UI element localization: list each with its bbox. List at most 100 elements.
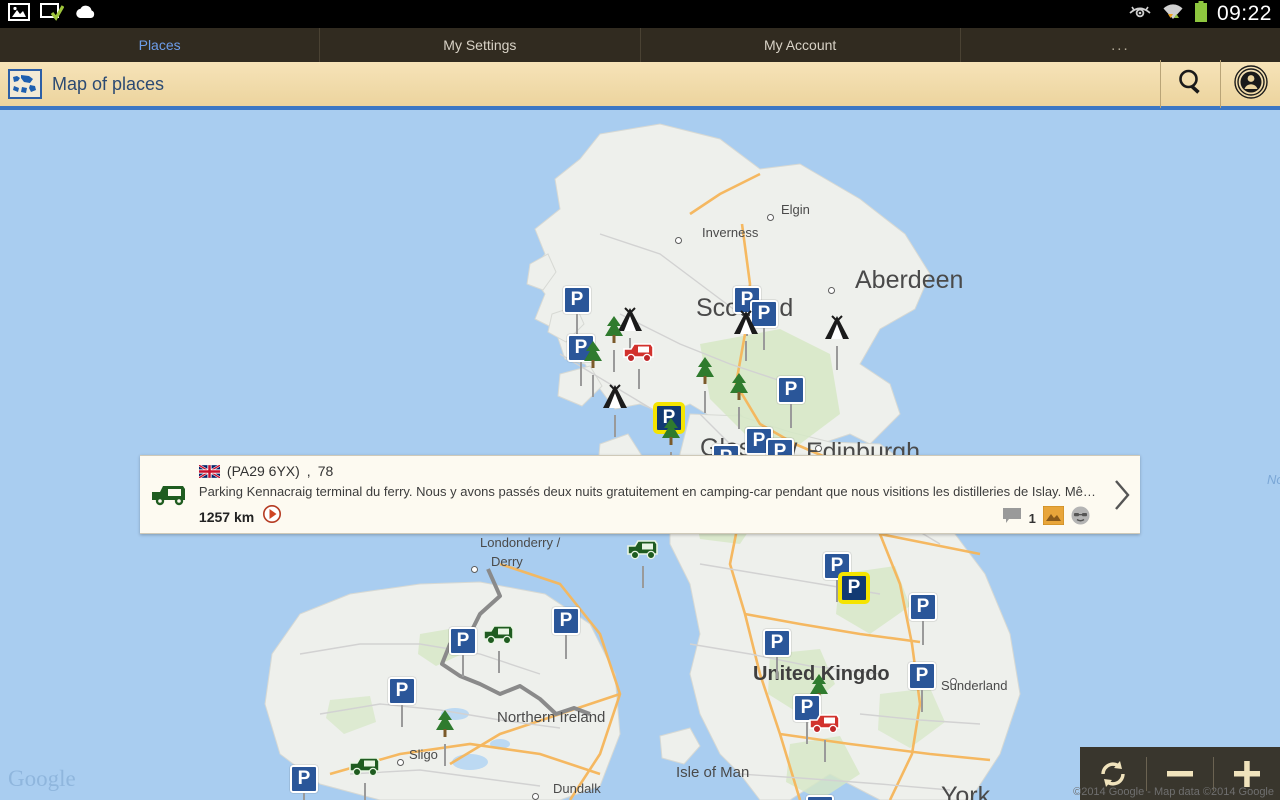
wifi-icon [1161,2,1185,27]
parking-icon: P [840,574,868,602]
comment-icon[interactable] [1002,507,1022,529]
place-meta-icons: 1 [1002,506,1090,530]
tree-marker[interactable] [432,709,458,744]
tab-places[interactable]: Places [0,28,320,62]
tree-icon [432,726,458,743]
city-dot-icon [532,793,539,800]
camper-van-icon [140,456,199,533]
city-dot-icon [675,237,682,244]
parking-marker[interactable]: P [552,607,580,635]
main-tabbar: Places My Settings My Account ... [0,28,1280,62]
parking-marker-yellow[interactable]: P [840,574,868,602]
parking-marker[interactable]: P [763,629,791,657]
tab-overflow[interactable]: ... [961,28,1280,62]
parking-marker[interactable]: P [449,627,477,655]
google-logo: Google [8,766,76,792]
uk-flag-icon [199,465,220,478]
parking-icon: P [908,662,936,690]
battery-icon [1194,1,1208,28]
marker-stick [704,391,706,413]
marker-stick [836,346,838,370]
marker-stick [498,651,500,673]
screen-check-icon [40,3,64,26]
tree-icon [692,373,718,390]
marker-stick [364,783,366,800]
status-clock: 09:22 [1217,2,1272,26]
marker-stick [638,369,640,389]
tree-icon [580,357,606,374]
tent-marker[interactable] [731,310,761,341]
marker-stick [745,341,747,361]
marker-stick [565,635,567,659]
marker-stick [836,580,838,602]
parking-marker[interactable]: P [290,765,318,793]
tree-marker[interactable] [580,340,606,375]
place-number: 78 [318,463,334,479]
map-attribution: ©2014 Google - Map data ©2014 Google [1073,786,1274,798]
tab-my-settings-label: My Settings [443,37,516,53]
camper-green-marker[interactable] [626,537,660,566]
status-bar: 09:22 [0,0,1280,28]
search-button[interactable] [1160,60,1220,108]
camper-icon [482,633,516,650]
world-map-icon [8,69,42,99]
camper-green-marker[interactable] [482,622,516,651]
parking-icon: P [388,677,416,705]
eye-icon [1128,4,1152,25]
city-dot-icon [397,759,404,766]
tree-marker[interactable] [726,372,752,407]
parking-icon: P [449,627,477,655]
map-canvas[interactable]: ElginInvernessAberdeenScotlandGlasgowEdi… [0,114,1280,800]
city-dot-icon [950,678,957,685]
parking-marker[interactable]: P [908,662,936,690]
action-bar: Map of places [0,62,1280,110]
place-postcode: (PA29 6YX) [227,463,300,479]
marker-stick [922,621,924,645]
city-dot-icon [828,287,835,294]
tab-my-account-label: My Account [764,37,836,53]
camper-icon [348,765,382,782]
place-details-chevron[interactable] [1104,456,1140,533]
chevron-right-icon [1112,478,1132,512]
marker-stick [613,350,615,372]
parking-marker[interactable]: P [777,376,805,404]
tent-marker[interactable] [600,384,630,415]
marker-stick [444,744,446,766]
marker-stick [738,407,740,429]
account-button[interactable] [1220,60,1280,108]
camper-icon [626,548,660,565]
camper-icon [622,351,656,368]
camper-red-marker[interactable] [808,711,842,740]
parking-marker[interactable]: P [388,677,416,705]
parking-icon: P [563,286,591,314]
place-distance-row: 1257 km [199,505,1104,528]
marker-stick [921,690,923,712]
marker-stick [592,375,594,397]
marker-stick [642,566,644,588]
tab-my-settings[interactable]: My Settings [320,28,640,62]
camper-green-marker[interactable] [348,754,382,783]
place-description: Parking Kennacraig terminal du ferry. No… [199,484,1104,499]
parking-marker[interactable]: P [806,795,834,800]
page-title: Map of places [52,74,164,95]
tree-marker[interactable] [658,417,684,452]
marker-stick [776,657,778,679]
image-icon [8,3,30,26]
parking-marker[interactable]: P [909,593,937,621]
camper-icon [808,722,842,739]
place-distance: 1257 km [199,509,254,525]
tent-marker[interactable] [822,315,852,346]
place-title-row: (PA29 6YX) , 78 [199,463,1104,479]
tab-my-account[interactable]: My Account [641,28,961,62]
camper-red-marker[interactable] [622,340,656,369]
face-rating-icon[interactable] [1071,506,1090,530]
city-dot-icon [767,214,774,221]
parking-marker[interactable]: P [563,286,591,314]
tree-icon [658,434,684,451]
direction-arrow-icon[interactable] [263,505,281,528]
photo-icon[interactable] [1043,506,1064,530]
tent-icon [731,323,761,340]
parking-icon: P [290,765,318,793]
tree-marker[interactable] [692,356,718,391]
place-info-card[interactable]: (PA29 6YX) , 78 Parking Kennacraig termi… [140,455,1140,534]
